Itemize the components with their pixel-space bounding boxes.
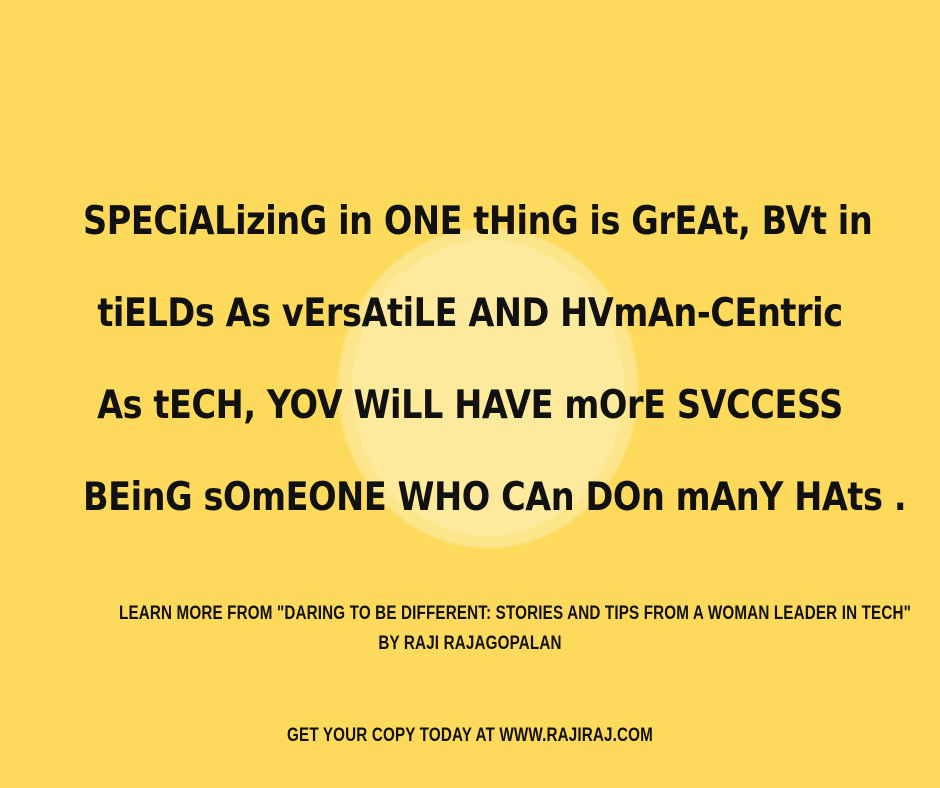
call-to-action: GET YOUR COPY TODAY AT WWW.RAJIRAJ.COM	[287, 724, 653, 746]
quote-text: SPECiALizinG in ONE tHinG is GrEAt, BVt …	[83, 176, 907, 544]
book-author-line: BY RAJI RAJAGOPALAN	[378, 632, 562, 654]
book-title-line: LEARN MORE FROM "DARING TO BE DIFFERENT:…	[119, 602, 912, 624]
quote-line: BEinG sOmEONE WHO CAn DOn mAnY HAts .	[83, 475, 907, 520]
quote-line: tiELDs As vErsAtiLE AND HVmAn-CEntric	[97, 291, 843, 336]
book-credit: LEARN MORE FROM "DARING TO BE DIFFERENT:…	[119, 598, 912, 658]
quote-line: SPECiALizinG in ONE tHinG is GrEAt, BVt …	[83, 199, 873, 244]
quote-line: As tECH, YOV WiLL HAVE mOrE SVCCESS	[97, 383, 843, 428]
quote-card: SPECiALizinG in ONE tHinG is GrEAt, BVt …	[0, 0, 940, 788]
